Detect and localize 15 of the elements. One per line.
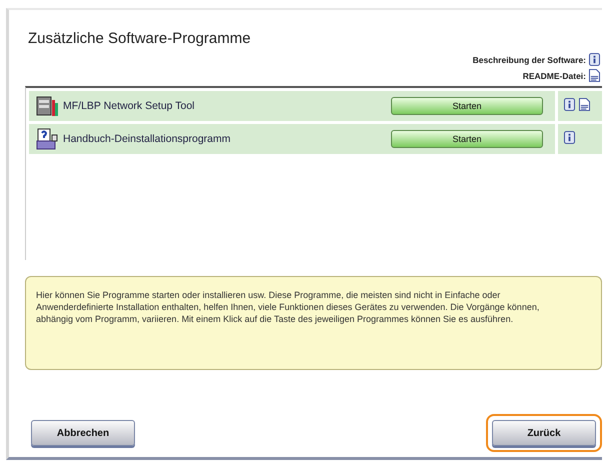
document-icon[interactable]: [579, 98, 590, 111]
info-icon[interactable]: [564, 98, 575, 111]
program-name: MF/LBP Network Setup Tool: [63, 100, 195, 112]
program-name: Handbuch-Deinstallationsprogramm: [63, 133, 230, 145]
book-help-icon: [35, 127, 59, 151]
legend-label: Beschreibung der Software:: [472, 54, 586, 64]
description-text: Hier können Sie Programme starten oder installieren usw. Diese Programme, die meisten sind nicht in Einfache oder Anwenderdefinierte Installation enthalten, helfen Ihnen, viele Funktionen dieses Gerätes zu verwenden. Die Vorgänge können, abhängig vom Programm, variieren. Mit einem Klick auf die Taste des jeweiligen Programmes können Sie es ausführen.: [36, 289, 540, 325]
start-button[interactable]: Starten: [391, 97, 543, 115]
printer-icon: [35, 94, 59, 118]
start-button[interactable]: Starten: [391, 130, 543, 148]
footer-button[interactable]: Zurück: [492, 420, 596, 446]
page-title: Zusätzliche Software-Programme: [28, 30, 252, 47]
info-icon[interactable]: [564, 131, 575, 144]
footer-button[interactable]: Abbrechen: [31, 420, 135, 446]
legend-label: README-Datei:: [522, 70, 586, 80]
